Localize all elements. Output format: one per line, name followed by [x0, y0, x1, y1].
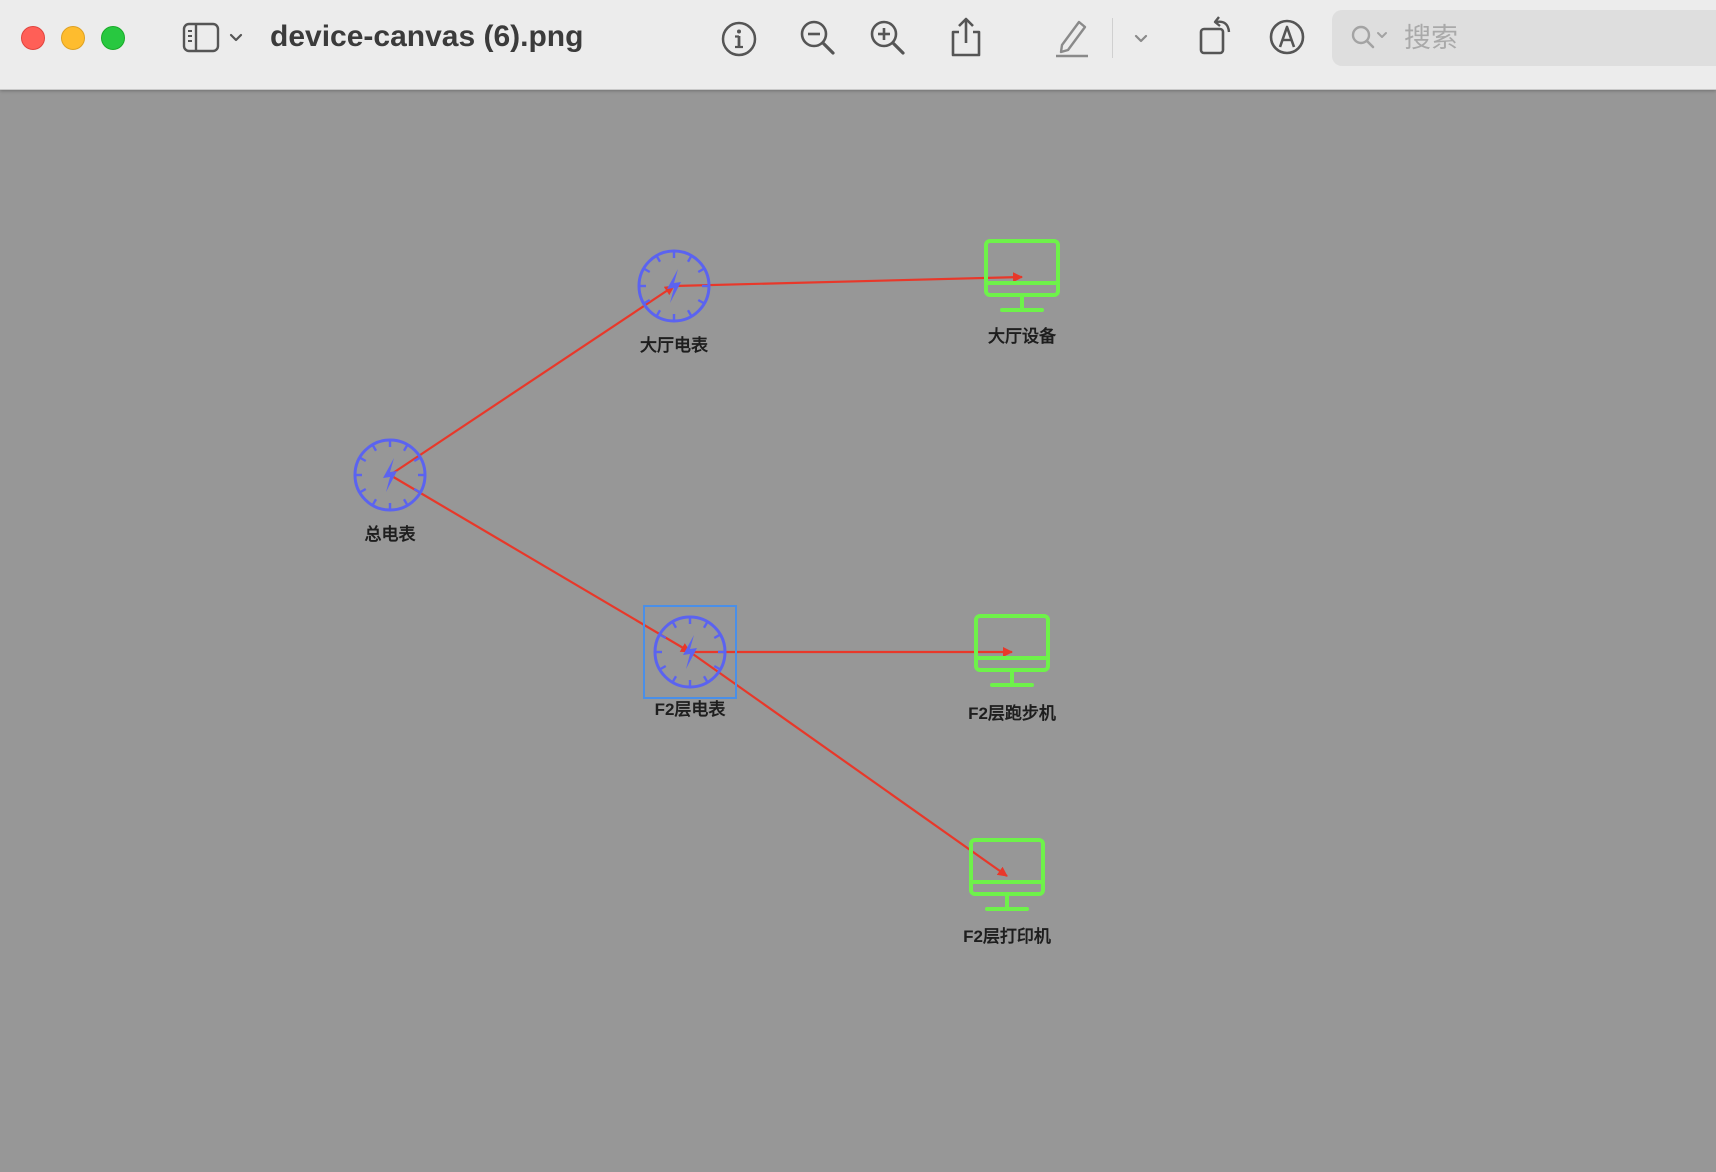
f2-treadmill-node[interactable] — [974, 614, 1050, 687]
window-title: device-canvas (6).png — [270, 20, 584, 53]
markup-icon — [1268, 18, 1306, 56]
rotate-icon — [1197, 13, 1237, 57]
markup-button[interactable] — [1266, 16, 1308, 58]
f2-printer-node[interactable] — [969, 838, 1045, 911]
node-label: F2层打印机 — [963, 927, 1051, 946]
search-icon — [1350, 24, 1392, 57]
zoom-out-button[interactable] — [796, 16, 840, 60]
search-placeholder: 搜索 — [1404, 23, 1458, 53]
zoom-in-button[interactable] — [866, 16, 910, 60]
share-icon — [948, 16, 984, 58]
connection-edge[interactable] — [673, 272, 1023, 288]
toolbar-divider — [1112, 18, 1113, 58]
hall-device-node[interactable] — [984, 239, 1060, 312]
main-meter-node[interactable] — [353, 438, 427, 512]
meter-icon — [353, 438, 427, 512]
monitor-icon — [969, 838, 1045, 911]
highlight-pen-icon — [1052, 15, 1092, 59]
diagram-svg — [353, 239, 1060, 911]
node-label: F2层电表 — [654, 700, 726, 719]
info-button[interactable] — [718, 18, 760, 60]
connection-edge[interactable] — [389, 285, 675, 476]
node-label: 大厅电表 — [640, 336, 708, 355]
share-button[interactable] — [946, 14, 986, 60]
monitor-icon — [984, 239, 1060, 312]
window-toolbar: device-canvas (6).png 搜索 — [0, 0, 1716, 90]
highlight-options-button[interactable] — [1128, 26, 1154, 52]
chevron-down-icon — [228, 32, 244, 44]
node-label: 总电表 — [364, 525, 416, 544]
sidebar-icon — [182, 22, 222, 54]
zoom-in-icon — [868, 18, 908, 58]
chevron-down-icon — [1133, 33, 1149, 45]
connection-edge[interactable] — [689, 651, 1008, 877]
monitor-icon — [974, 614, 1050, 687]
search-field[interactable]: 搜索 — [1332, 10, 1716, 66]
highlight-button[interactable] — [1052, 14, 1092, 60]
info-icon — [720, 20, 758, 58]
zoom-out-icon — [798, 18, 838, 58]
sidebar-toggle-button[interactable] — [178, 20, 248, 56]
node-label: F2层跑步机 — [968, 704, 1056, 723]
minimize-window-button[interactable] — [61, 26, 85, 50]
maximize-window-button[interactable] — [101, 26, 125, 50]
close-window-button[interactable] — [21, 26, 45, 50]
diagram-canvas: 总电表 大厅电表 大厅设备 F2层电表 F2层跑步机 F2层打印机 — [0, 91, 1716, 1172]
rotate-button[interactable] — [1196, 12, 1238, 58]
node-label: 大厅设备 — [988, 327, 1056, 346]
